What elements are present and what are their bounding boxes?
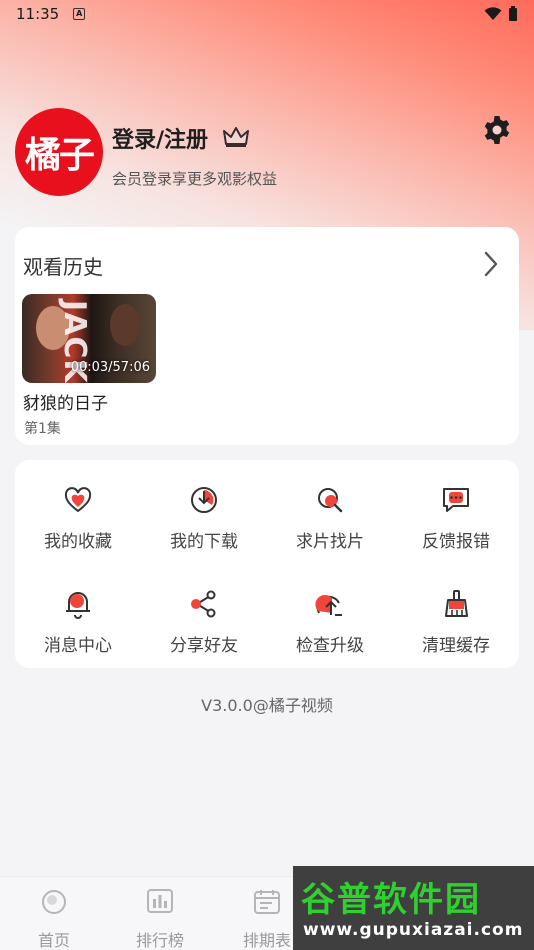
profile-section[interactable]: 橘子 登录/注册 会员登录享更多观影权益 bbox=[15, 108, 519, 198]
feature-share[interactable]: 分享好友 bbox=[141, 569, 267, 659]
feature-downloads[interactable]: 我的下载 bbox=[141, 465, 267, 555]
feature-label: 求片找片 bbox=[296, 532, 364, 552]
ranking-icon bbox=[147, 889, 173, 913]
tab-label: 首页 bbox=[37, 931, 70, 950]
download-icon bbox=[191, 487, 217, 513]
feature-label: 反馈报错 bbox=[422, 532, 490, 552]
tab-home[interactable]: 首页 bbox=[14, 887, 94, 950]
gear-icon[interactable] bbox=[481, 114, 513, 146]
feature-label: 我的收藏 bbox=[44, 532, 112, 552]
broom-icon bbox=[445, 590, 468, 617]
share-icon bbox=[191, 590, 216, 618]
feature-label: 清理缓存 bbox=[422, 636, 490, 656]
feature-feedback[interactable]: 反馈报错 bbox=[393, 465, 519, 555]
feature-grid-card: 我的收藏 我的下载 求片找片 反馈报错 消息中心 分享好友 检查升级 清理缓存 bbox=[15, 460, 519, 668]
avatar[interactable]: 橘子 bbox=[15, 108, 103, 196]
tab-ranking[interactable]: 排行榜 bbox=[120, 887, 200, 950]
history-item-title[interactable]: 豺狼的日子 bbox=[23, 389, 108, 414]
upgrade-icon bbox=[315, 594, 342, 616]
status-right-icons bbox=[484, 6, 518, 22]
feature-label: 消息中心 bbox=[44, 636, 112, 656]
login-register-link[interactable]: 登录/注册 bbox=[112, 122, 208, 154]
feature-request-film[interactable]: 求片找片 bbox=[267, 465, 393, 555]
watch-history-card: 观看历史 JACKAL 00:03/57:06 豺狼的日子 第1集 bbox=[15, 227, 519, 445]
battery-icon bbox=[509, 6, 517, 21]
feature-messages[interactable]: 消息中心 bbox=[15, 569, 141, 659]
watch-history-title: 观看历史 bbox=[23, 255, 103, 279]
site-watermark: 谷普软件园 www.gupuxiazai.com bbox=[293, 866, 534, 950]
home-icon bbox=[42, 890, 66, 914]
notification-a-icon: A bbox=[73, 8, 86, 20]
history-item-episode: 第1集 bbox=[24, 421, 61, 437]
feature-label: 检查升级 bbox=[296, 636, 364, 656]
status-bar: 11:35 A bbox=[0, 0, 534, 28]
calendar-icon bbox=[254, 890, 280, 914]
feature-clear-cache[interactable]: 清理缓存 bbox=[393, 569, 519, 659]
wifi-icon bbox=[484, 7, 502, 20]
login-subtitle: 会员登录享更多观影权益 bbox=[112, 170, 278, 188]
watermark-text: 谷普软件园 bbox=[301, 880, 481, 920]
app-version: V3.0.0@橘子视频 bbox=[201, 696, 333, 715]
heart-icon bbox=[64, 487, 92, 513]
feature-label: 分享好友 bbox=[170, 636, 238, 656]
status-time: 11:35 bbox=[16, 5, 60, 23]
feature-label: 我的下载 bbox=[170, 532, 238, 552]
search-film-icon bbox=[318, 488, 343, 513]
watermark-url: www.gupuxiazai.com bbox=[303, 920, 524, 940]
bell-icon bbox=[66, 592, 90, 619]
tab-label: 排行榜 bbox=[135, 931, 184, 950]
feedback-icon bbox=[443, 488, 469, 512]
chevron-right-icon[interactable] bbox=[483, 251, 499, 277]
feature-check-update[interactable]: 检查升级 bbox=[267, 569, 393, 659]
poster-figure bbox=[110, 304, 140, 346]
feature-favorites[interactable]: 我的收藏 bbox=[15, 465, 141, 555]
crown-icon bbox=[223, 127, 249, 147]
history-thumbnail[interactable]: JACKAL 00:03/57:06 bbox=[22, 294, 156, 383]
watch-progress-time: 00:03/57:06 bbox=[70, 360, 150, 375]
